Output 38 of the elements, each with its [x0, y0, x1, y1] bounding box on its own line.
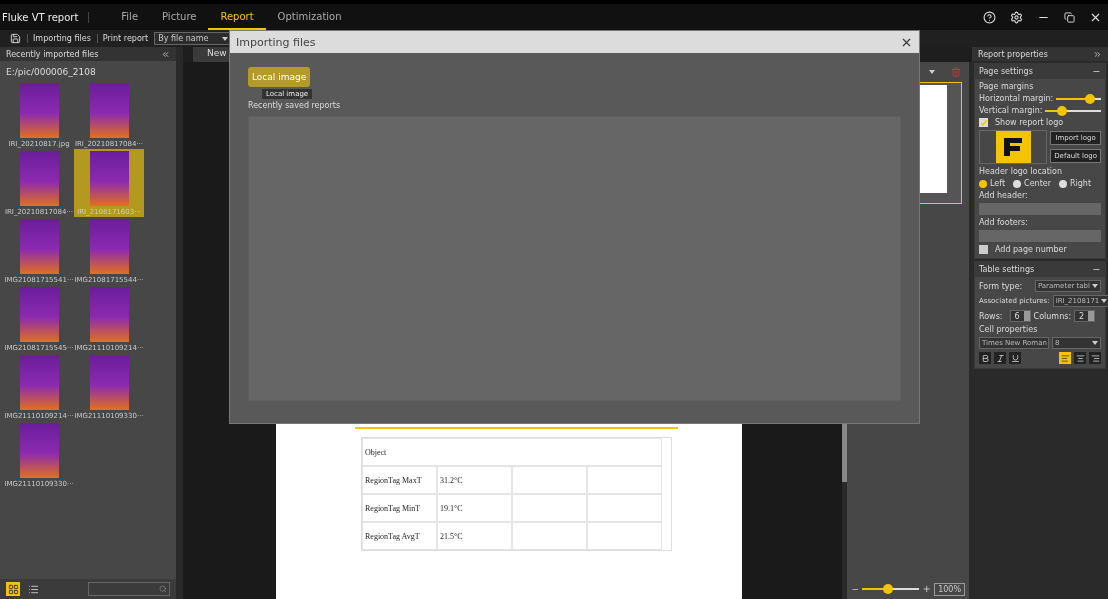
table-cell: RegionTag MinT	[362, 494, 437, 522]
radio-option[interactable]: Right	[1059, 179, 1092, 188]
radio-option[interactable]: Center	[1013, 179, 1051, 188]
dialog-title: Importing files	[236, 35, 316, 49]
field-label: Form type:	[978, 281, 1024, 291]
section-title: Page settings	[979, 67, 1033, 76]
menu-tab[interactable]: File	[109, 4, 151, 30]
table-cell: 21.5°C	[437, 522, 512, 550]
toolbar-button[interactable]: Importing files	[27, 34, 91, 43]
field-label: Horizontal margin:	[978, 94, 1054, 103]
columns-spinner[interactable]: 2	[1074, 310, 1096, 322]
field-label: Rows:	[978, 311, 1004, 321]
field-label: Columns:	[1033, 311, 1072, 321]
field-label: Page margins	[978, 82, 1035, 91]
rows-spinner[interactable]: 6	[1009, 310, 1031, 322]
section-title: Recently saved reports	[248, 101, 341, 110]
table-cell: Object	[362, 438, 662, 466]
menu-tab[interactable]: Picture	[150, 4, 209, 30]
zoom-value: 100%	[934, 582, 965, 596]
app-title: Fluke VT report	[2, 11, 90, 23]
toolbar-button[interactable]: Print report	[96, 34, 149, 43]
panel-title: Recently imported files	[6, 49, 99, 59]
field-label: Add footers:	[978, 218, 1029, 227]
radio-option[interactable]: Left	[979, 179, 1006, 188]
table-cell: RegionTag AvgT	[362, 522, 437, 550]
menu-tab[interactable]: Optimization	[265, 4, 354, 30]
panel-title: Report properties	[978, 49, 1048, 59]
table-cell: 31.2°C	[437, 466, 512, 494]
checkbox-label: Add page number	[994, 245, 1068, 254]
field-label: Vertical margin:	[978, 106, 1043, 115]
field-label: Header logo location	[978, 167, 1064, 176]
folder-path: E:/pic/000006_2108	[5, 66, 97, 79]
table-cell: 19.1°C	[437, 494, 512, 522]
table-cell: RegionTag MaxT	[362, 466, 437, 494]
checkbox-label: Show report logo	[994, 118, 1065, 127]
field-label: Add header:	[978, 191, 1029, 200]
section-title: Table settings	[979, 265, 1035, 274]
field-label: Cell properties	[978, 325, 1039, 334]
